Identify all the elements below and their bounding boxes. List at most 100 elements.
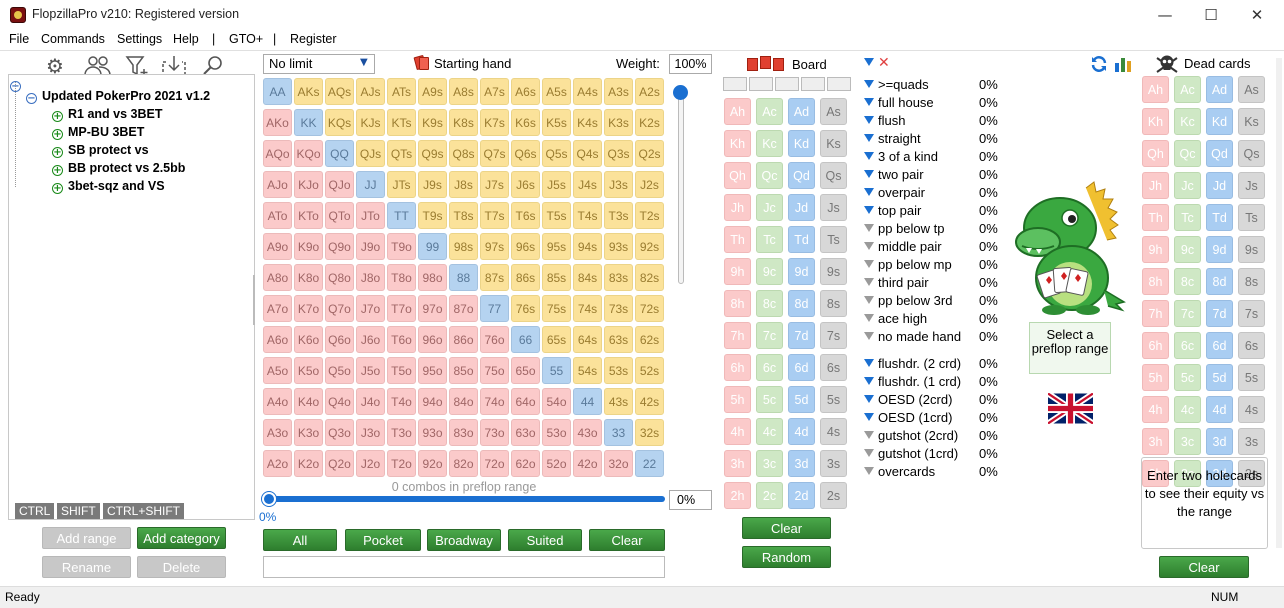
hand-cell[interactable]: AA xyxy=(263,78,292,105)
dead-card[interactable]: Qd xyxy=(1206,140,1233,167)
hand-cell[interactable]: 33 xyxy=(604,419,633,446)
board-card[interactable]: Jh xyxy=(724,194,751,221)
board-slot[interactable] xyxy=(749,77,773,91)
dead-card[interactable]: 4h xyxy=(1142,396,1169,423)
scrollbar[interactable] xyxy=(1276,58,1282,548)
hand-cell[interactable]: 53s xyxy=(604,357,633,384)
uk-flag-icon[interactable] xyxy=(1046,391,1095,426)
board-slot[interactable] xyxy=(775,77,799,91)
broadway-button[interactable]: Broadway xyxy=(427,529,501,551)
hand-category[interactable]: pp below 3rd xyxy=(864,293,952,308)
hand-cell[interactable]: 62s xyxy=(635,326,664,353)
hand-cell[interactable]: 22 xyxy=(635,450,664,477)
board-card[interactable]: Tc xyxy=(756,226,783,253)
dead-card[interactable]: 5d xyxy=(1206,364,1233,391)
hand-cell[interactable]: 77 xyxy=(480,295,509,322)
board-card[interactable]: Ac xyxy=(756,98,783,125)
board-card[interactable]: 4h xyxy=(724,418,751,445)
hand-cell[interactable]: 55 xyxy=(542,357,571,384)
add-range-button[interactable]: Add range xyxy=(42,527,131,549)
hand-cell[interactable]: A4o xyxy=(263,388,292,415)
board-card[interactable]: Kh xyxy=(724,130,751,157)
expand-icon[interactable]: + xyxy=(52,129,63,140)
hand-cell[interactable]: 72s xyxy=(635,295,664,322)
hand-category[interactable]: top pair xyxy=(864,203,921,218)
hand-cell[interactable]: 87o xyxy=(449,295,478,322)
hand-cell[interactable]: 74s xyxy=(573,295,602,322)
hand-cell[interactable]: 43s xyxy=(604,388,633,415)
filter-icon[interactable] xyxy=(864,80,874,88)
hand-cell[interactable]: 87s xyxy=(480,264,509,291)
hand-cell[interactable]: 84o xyxy=(449,388,478,415)
hand-cell[interactable]: QTs xyxy=(387,140,416,167)
board-card[interactable]: Ad xyxy=(788,98,815,125)
dead-card[interactable]: 4d xyxy=(1206,396,1233,423)
hand-cell[interactable]: KTs xyxy=(387,109,416,136)
filter-icon[interactable] xyxy=(864,395,874,403)
board-card[interactable]: 3h xyxy=(724,450,751,477)
hand-cell[interactable]: 63o xyxy=(511,419,540,446)
board-card[interactable]: 7s xyxy=(820,322,847,349)
hand-cell[interactable]: 86o xyxy=(449,326,478,353)
board-card[interactable]: 2d xyxy=(788,482,815,509)
dead-card[interactable]: Ad xyxy=(1206,76,1233,103)
hand-cell[interactable]: 52s xyxy=(635,357,664,384)
hand-cell[interactable]: K4o xyxy=(294,388,323,415)
range-text-input[interactable] xyxy=(263,556,665,578)
hand-cell[interactable]: K8s xyxy=(449,109,478,136)
hand-cell[interactable]: T3o xyxy=(387,419,416,446)
hand-cell[interactable]: KJs xyxy=(356,109,385,136)
hand-cell[interactable]: 96s xyxy=(511,233,540,260)
hand-category[interactable]: >=quads xyxy=(864,77,929,92)
hand-cell[interactable]: 64s xyxy=(573,326,602,353)
board-card[interactable]: 5s xyxy=(820,386,847,413)
hand-cell[interactable]: Q3s xyxy=(604,140,633,167)
hand-cell[interactable]: 93s xyxy=(604,233,633,260)
board-card[interactable]: 6s xyxy=(820,354,847,381)
hand-category[interactable]: third pair xyxy=(864,275,929,290)
range-tree[interactable]: − − Updated PokerPro 2021 v1.2 + R1 and vs… xyxy=(8,74,255,520)
hand-category[interactable]: gutshot (1crd) xyxy=(864,446,958,461)
board-card[interactable]: Th xyxy=(724,226,751,253)
hand-cell[interactable]: 76s xyxy=(511,295,540,322)
filter-icon[interactable] xyxy=(864,449,874,457)
filter-icon[interactable] xyxy=(864,134,874,142)
filter-icon[interactable] xyxy=(864,377,874,385)
hand-cell[interactable]: A5o xyxy=(263,357,292,384)
board-card[interactable]: Ah xyxy=(724,98,751,125)
hand-cell[interactable]: J7s xyxy=(480,171,509,198)
board-card[interactable]: Jd xyxy=(788,194,815,221)
hand-cell[interactable]: T4o xyxy=(387,388,416,415)
dead-card[interactable]: Tc xyxy=(1174,204,1201,231)
hand-cell[interactable]: 98s xyxy=(449,233,478,260)
hand-cell[interactable]: T2o xyxy=(387,450,416,477)
hand-cell[interactable]: T6o xyxy=(387,326,416,353)
hand-cell[interactable]: A5s xyxy=(542,78,571,105)
clear-range-button[interactable]: Clear xyxy=(589,529,665,551)
hand-cell[interactable]: 85o xyxy=(449,357,478,384)
hand-cell[interactable]: 94o xyxy=(418,388,447,415)
add-category-button[interactable]: Add category xyxy=(137,527,226,549)
menu-help[interactable]: Help xyxy=(173,32,199,46)
board-card[interactable]: Kc xyxy=(756,130,783,157)
minimize-button[interactable]: — xyxy=(1142,0,1188,30)
filter-icon[interactable] xyxy=(864,260,874,268)
limit-select[interactable]: No limit xyxy=(263,54,375,74)
filter-icon[interactable] xyxy=(864,359,874,367)
hand-cell[interactable]: 97o xyxy=(418,295,447,322)
tree-item[interactable]: + SB protect vs xyxy=(52,143,149,158)
hand-cell[interactable]: J2s xyxy=(635,171,664,198)
hand-cell[interactable]: J2o xyxy=(356,450,385,477)
dead-card[interactable]: Kc xyxy=(1174,108,1201,135)
board-card[interactable]: 4d xyxy=(788,418,815,445)
hand-cell[interactable]: 65o xyxy=(511,357,540,384)
all-button[interactable]: All xyxy=(263,529,337,551)
menu-settings[interactable]: Settings xyxy=(117,32,162,46)
dead-card[interactable]: 5s xyxy=(1238,364,1265,391)
hand-category[interactable]: pp below tp xyxy=(864,221,945,236)
hand-category[interactable]: ace high xyxy=(864,311,927,326)
board-card[interactable]: Ts xyxy=(820,226,847,253)
menu-file[interactable]: File xyxy=(9,32,29,46)
dead-card[interactable]: 4s xyxy=(1238,396,1265,423)
dead-card[interactable]: Kh xyxy=(1142,108,1169,135)
